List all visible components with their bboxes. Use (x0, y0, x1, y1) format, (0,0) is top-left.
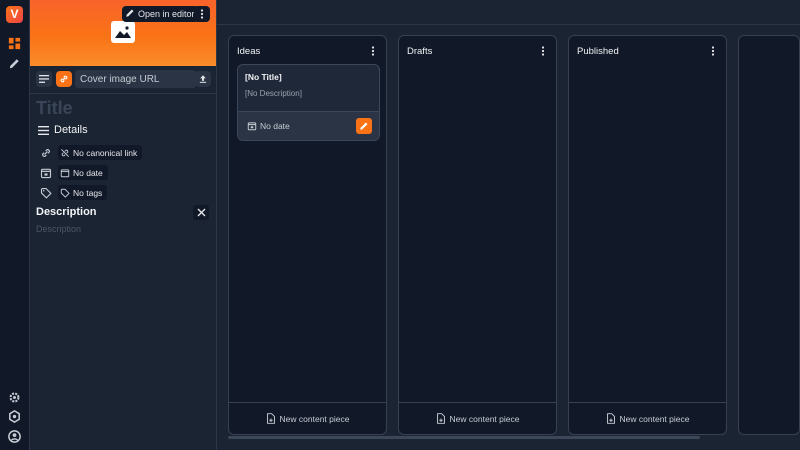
file-plus-icon (606, 413, 615, 424)
new-content-piece-button[interactable]: New content piece (399, 402, 556, 434)
text-format-button[interactable] (36, 71, 52, 87)
link-mode-button[interactable] (56, 71, 72, 87)
more-vertical-icon[interactable] (368, 45, 378, 57)
new-content-piece-button[interactable]: New content piece (229, 402, 386, 434)
menu-icon (38, 125, 49, 135)
calendar-icon (40, 168, 52, 178)
cover-url-row (30, 66, 216, 94)
new-content-piece-label: New content piece (279, 413, 350, 424)
canonical-link-value: No canonical link (73, 147, 138, 158)
tags-chip[interactable]: No tags (58, 185, 108, 200)
dashboard-icon[interactable] (7, 36, 22, 51)
card-date: No date (247, 121, 290, 131)
content-card[interactable]: [No Title] [No Description] No date (237, 64, 380, 141)
tags-value: No tags (73, 187, 103, 198)
open-in-editor-label: Open in editor (138, 9, 195, 19)
pencil-icon[interactable] (7, 56, 22, 71)
calendar-blank-icon (60, 168, 70, 177)
tags-row: No tags (40, 185, 108, 200)
pencil-icon (360, 122, 368, 130)
pencil-icon (125, 8, 135, 20)
calendar-icon (247, 122, 257, 131)
column-title: Ideas (237, 46, 261, 57)
file-plus-icon (436, 413, 445, 424)
column-title: Published (577, 46, 619, 57)
column-published: Published New content piece (568, 35, 727, 435)
card-date-value: No date (260, 121, 290, 131)
details-header: Details (38, 124, 88, 136)
details-label: Details (54, 124, 88, 136)
column-title: Drafts (407, 46, 433, 57)
more-vertical-icon (200, 9, 204, 19)
board-horizontal-scrollbar[interactable] (228, 436, 700, 439)
column-partial (738, 35, 800, 435)
more-vertical-icon[interactable] (538, 45, 548, 57)
close-icon (197, 208, 205, 217)
date-value: No date (73, 167, 103, 178)
tag-icon (40, 187, 52, 199)
file-plus-icon (266, 413, 275, 424)
link-icon (60, 75, 68, 83)
card-footer: No date (238, 111, 379, 140)
content-side-panel: Open in editor Title Details No canonica… (30, 0, 217, 450)
hexagon-icon[interactable] (7, 409, 22, 424)
image-placeholder-icon (111, 21, 135, 43)
more-vertical-icon[interactable] (708, 45, 718, 57)
canonical-link-chip[interactable]: No canonical link (58, 145, 143, 160)
tag-outline-icon (60, 188, 70, 198)
lines-icon (39, 75, 49, 83)
column-ideas: Ideas [No Title] [No Description] No dat… (228, 35, 387, 435)
open-in-editor-button[interactable]: Open in editor (122, 6, 199, 22)
description-header: Description (36, 206, 97, 218)
account-icon[interactable] (7, 429, 22, 444)
date-chip[interactable]: No date (58, 165, 108, 180)
upload-button[interactable] (195, 71, 211, 87)
card-title: [No Title] (245, 72, 282, 82)
new-content-piece-label: New content piece (619, 413, 690, 424)
card-edit-button[interactable] (356, 118, 372, 134)
canonical-link-row: No canonical link (40, 145, 143, 160)
column-drafts: Drafts New content piece (398, 35, 557, 435)
new-content-piece-button[interactable]: New content piece (569, 402, 726, 434)
date-row: No date (40, 165, 108, 180)
cover-image-url-input[interactable] (75, 70, 196, 88)
app-logo[interactable]: V (6, 6, 23, 23)
upload-icon (199, 75, 207, 83)
cover-menu-button[interactable] (194, 6, 210, 22)
link-off-icon (61, 148, 69, 157)
card-description: [No Description] (245, 89, 302, 98)
description-close-button[interactable] (193, 205, 209, 220)
gear-icon[interactable] (7, 390, 22, 405)
cover-image-area[interactable]: Open in editor (30, 0, 216, 66)
app-rail: V (0, 0, 30, 450)
description-input[interactable]: Description (36, 224, 81, 234)
title-input[interactable]: Title (36, 98, 73, 119)
new-content-piece-label: New content piece (449, 413, 520, 424)
link-add-icon (42, 148, 50, 157)
top-bar (217, 0, 800, 25)
